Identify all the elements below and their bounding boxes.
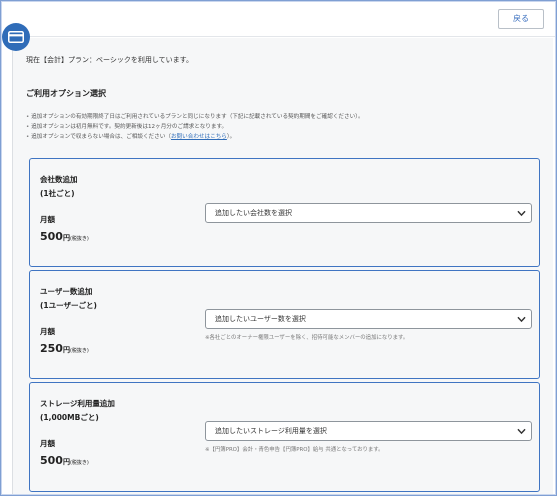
main-content: 現在【会計】プラン：ベーシックを利用しています。 ご利用オプション選択 追加オプ… [12,38,553,494]
option-price: 500円(税抜き) [40,454,89,467]
option-name-line1: ユーザー数追加 [40,287,93,296]
price-value: 250 [40,342,63,355]
user-count-select[interactable]: 追加したいユーザー数を選択 [205,309,532,329]
option-name-line1: 会社数追加 [40,175,78,184]
credit-card-glyph [8,31,24,43]
chevron-down-icon [517,428,526,435]
option-price: 500円(税抜き) [40,230,89,243]
notes-list: 追加オプションの有効期限終了日はご利用されているプランと同じになります（下記に記… [26,112,364,142]
option-name: ストレージ利用量追加 (1,000MBごと) [40,397,115,425]
tax-label: (税抜き) [69,236,89,242]
chevron-down-icon [517,210,526,217]
tax-label: (税抜き) [69,460,89,466]
chevron-down-icon [517,316,526,323]
price-value: 500 [40,230,63,243]
option-note: ※各社ごとのオーナー権限ユーザーを除く、招待可能なメンバーの追加になります。 [205,335,409,341]
select-value: 追加したいストレージ利用量を選択 [215,427,327,435]
note-text: 追加オプションの有効期限終了日はご利用されているプランと同じになります（下記に記… [31,114,364,120]
note-text: ）。 [226,134,236,140]
note-item: 追加オプションの有効期限終了日はご利用されているプランと同じになります（下記に記… [26,112,364,122]
monthly-label: 月額 [40,215,55,224]
select-value: 追加したい会社数を選択 [215,209,292,217]
price-value: 500 [40,454,63,467]
monthly-label: 月額 [40,439,55,448]
option-name-line2: (1,000MBごと) [40,413,99,422]
credit-card-icon [2,23,30,51]
price-unit: 円 [62,458,70,466]
note-text: 追加オプションは初月無料です。契約更新後は12ヶ月分のご請求となります。 [31,124,228,130]
monthly-label: 月額 [40,327,55,336]
option-user-count: ユーザー数追加 (1ユーザーごと) 月額 250円(税抜き) 追加したいユーザー… [29,270,540,379]
option-name-line2: (1社ごと) [40,189,75,198]
option-company-count: 会社数追加 (1社ごと) 月額 500円(税抜き) 追加したい会社数を選択 [29,158,540,267]
note-text: 追加オプションで収まらない場合は、ご相談ください（ [31,134,171,140]
option-price: 250円(税抜き) [40,342,89,355]
current-plan-text: 現在【会計】プラン：ベーシックを利用しています。 [26,56,193,64]
option-name: 会社数追加 (1社ごと) [40,173,78,201]
back-button[interactable]: 戻る [498,9,544,29]
select-value: 追加したいユーザー数を選択 [215,315,306,323]
top-bar: 戻る [1,1,556,37]
company-count-select[interactable]: 追加したい会社数を選択 [205,203,532,223]
option-storage: ストレージ利用量追加 (1,000MBごと) 月額 500円(税抜き) 追加した… [29,382,540,492]
contact-link[interactable]: お問い合わせはこちら [171,134,227,140]
note-item: 追加オプションは初月無料です。契約更新後は12ヶ月分のご請求となります。 [26,122,364,132]
section-title: ご利用オプション選択 [26,89,106,98]
storage-select[interactable]: 追加したいストレージ利用量を選択 [205,421,532,441]
option-name: ユーザー数追加 (1ユーザーごと) [40,285,97,313]
tax-label: (税抜き) [69,348,89,354]
price-unit: 円 [62,234,70,242]
note-item: 追加オプションで収まらない場合は、ご相談ください（お問い合わせはこちら）。 [26,132,364,142]
price-unit: 円 [62,346,70,354]
option-name-line1: ストレージ利用量追加 [40,399,115,408]
option-name-line2: (1ユーザーごと) [40,301,97,310]
option-note: ※【円簿PRO】会計・青色申告【円簿PRO】給与 共通となっております。 [205,447,384,453]
